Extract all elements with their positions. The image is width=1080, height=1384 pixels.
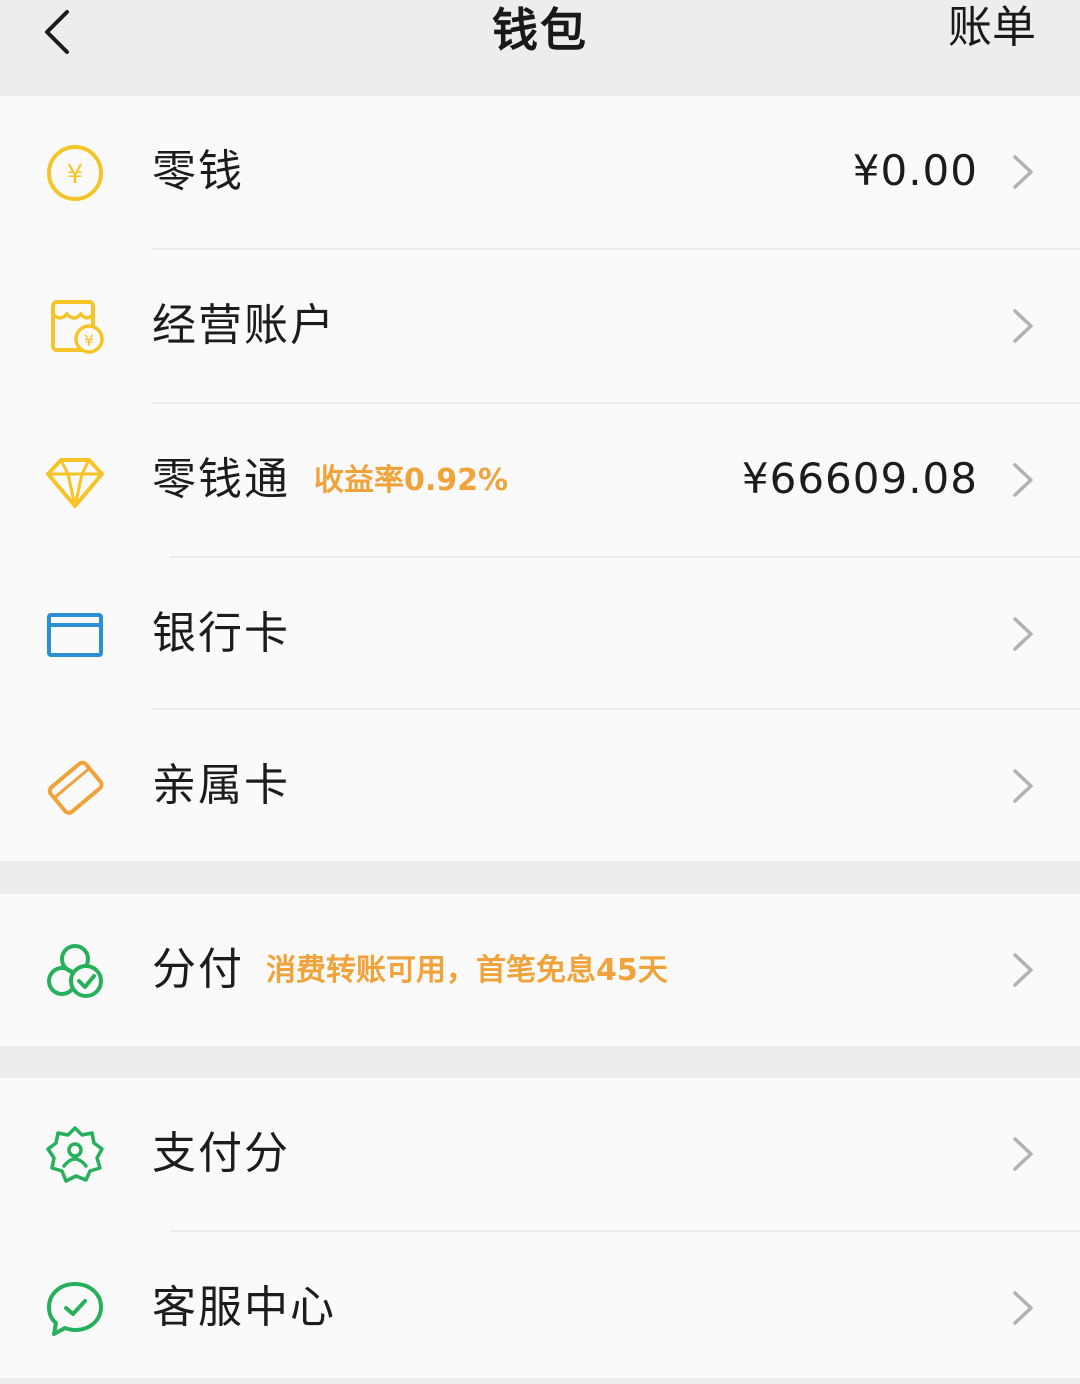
chevron-right-icon <box>1013 1291 1033 1325</box>
store-account-icon: ¥ <box>51 300 104 354</box>
wallet-main-group: ¥ 零钱 ¥0.00 ¥ 经营账户 零钱通 收益率0.92% ¥66609.08 <box>0 96 1080 861</box>
row-lingqiantong[interactable]: 零钱通 收益率0.92% ¥66609.08 <box>0 404 1080 556</box>
page-title: 钱包 <box>492 3 588 57</box>
row-label: 零钱通 <box>152 454 290 505</box>
chevron-right-icon <box>1013 617 1033 651</box>
lingqiantong-amount: ¥66609.08 <box>741 454 978 503</box>
row-label: 银行卡 <box>152 608 290 659</box>
row-business-account[interactable]: ¥ 经营账户 <box>0 250 1080 402</box>
row-label: 亲属卡 <box>152 760 290 811</box>
row-label: 支付分 <box>152 1128 290 1179</box>
pay-score-icon <box>46 1126 104 1183</box>
svg-text:¥: ¥ <box>67 160 84 190</box>
row-balance[interactable]: ¥ 零钱 ¥0.00 <box>0 96 1080 248</box>
row-pay-score[interactable]: 支付分 <box>0 1078 1080 1230</box>
row-label: 客服中心 <box>152 1282 336 1333</box>
row-label: 零钱 <box>152 146 244 197</box>
row-label: 分付 <box>152 944 244 995</box>
customer-service-icon <box>47 1282 103 1336</box>
chevron-right-icon <box>1013 769 1033 803</box>
chevron-right-icon <box>1013 463 1033 497</box>
row-customer-service[interactable]: 客服中心 <box>0 1232 1080 1384</box>
fenfu-promo-tag: 消费转账可用，首笔免息45天 <box>266 953 668 988</box>
fenfu-group: 分付 消费转账可用，首笔免息45天 <box>0 894 1080 1046</box>
chevron-right-icon <box>1013 155 1033 189</box>
service-group: 支付分 客服中心 <box>0 1078 1080 1378</box>
bank-card-icon <box>47 613 103 657</box>
balance-amount: ¥0.00 <box>852 146 978 195</box>
svg-text:¥: ¥ <box>84 331 94 350</box>
row-bank-card[interactable]: 银行卡 <box>0 558 1080 710</box>
row-family-card[interactable]: 亲属卡 <box>0 710 1080 862</box>
coin-yuan-icon: ¥ <box>47 145 103 201</box>
diamond-icon <box>46 458 104 508</box>
chevron-right-icon <box>1013 309 1033 343</box>
navigation-bar: 钱包 账单 <box>0 0 1080 96</box>
bill-button[interactable]: 账单 <box>948 0 1036 64</box>
family-card-icon <box>47 760 104 815</box>
fenfu-icon <box>47 944 103 998</box>
chevron-right-icon <box>1013 953 1033 987</box>
row-fenfu[interactable]: 分付 消费转账可用，首笔免息45天 <box>0 894 1080 1046</box>
row-label: 经营账户 <box>152 300 336 351</box>
chevron-right-icon <box>1013 1137 1033 1171</box>
yield-rate-tag: 收益率0.92% <box>314 463 509 498</box>
